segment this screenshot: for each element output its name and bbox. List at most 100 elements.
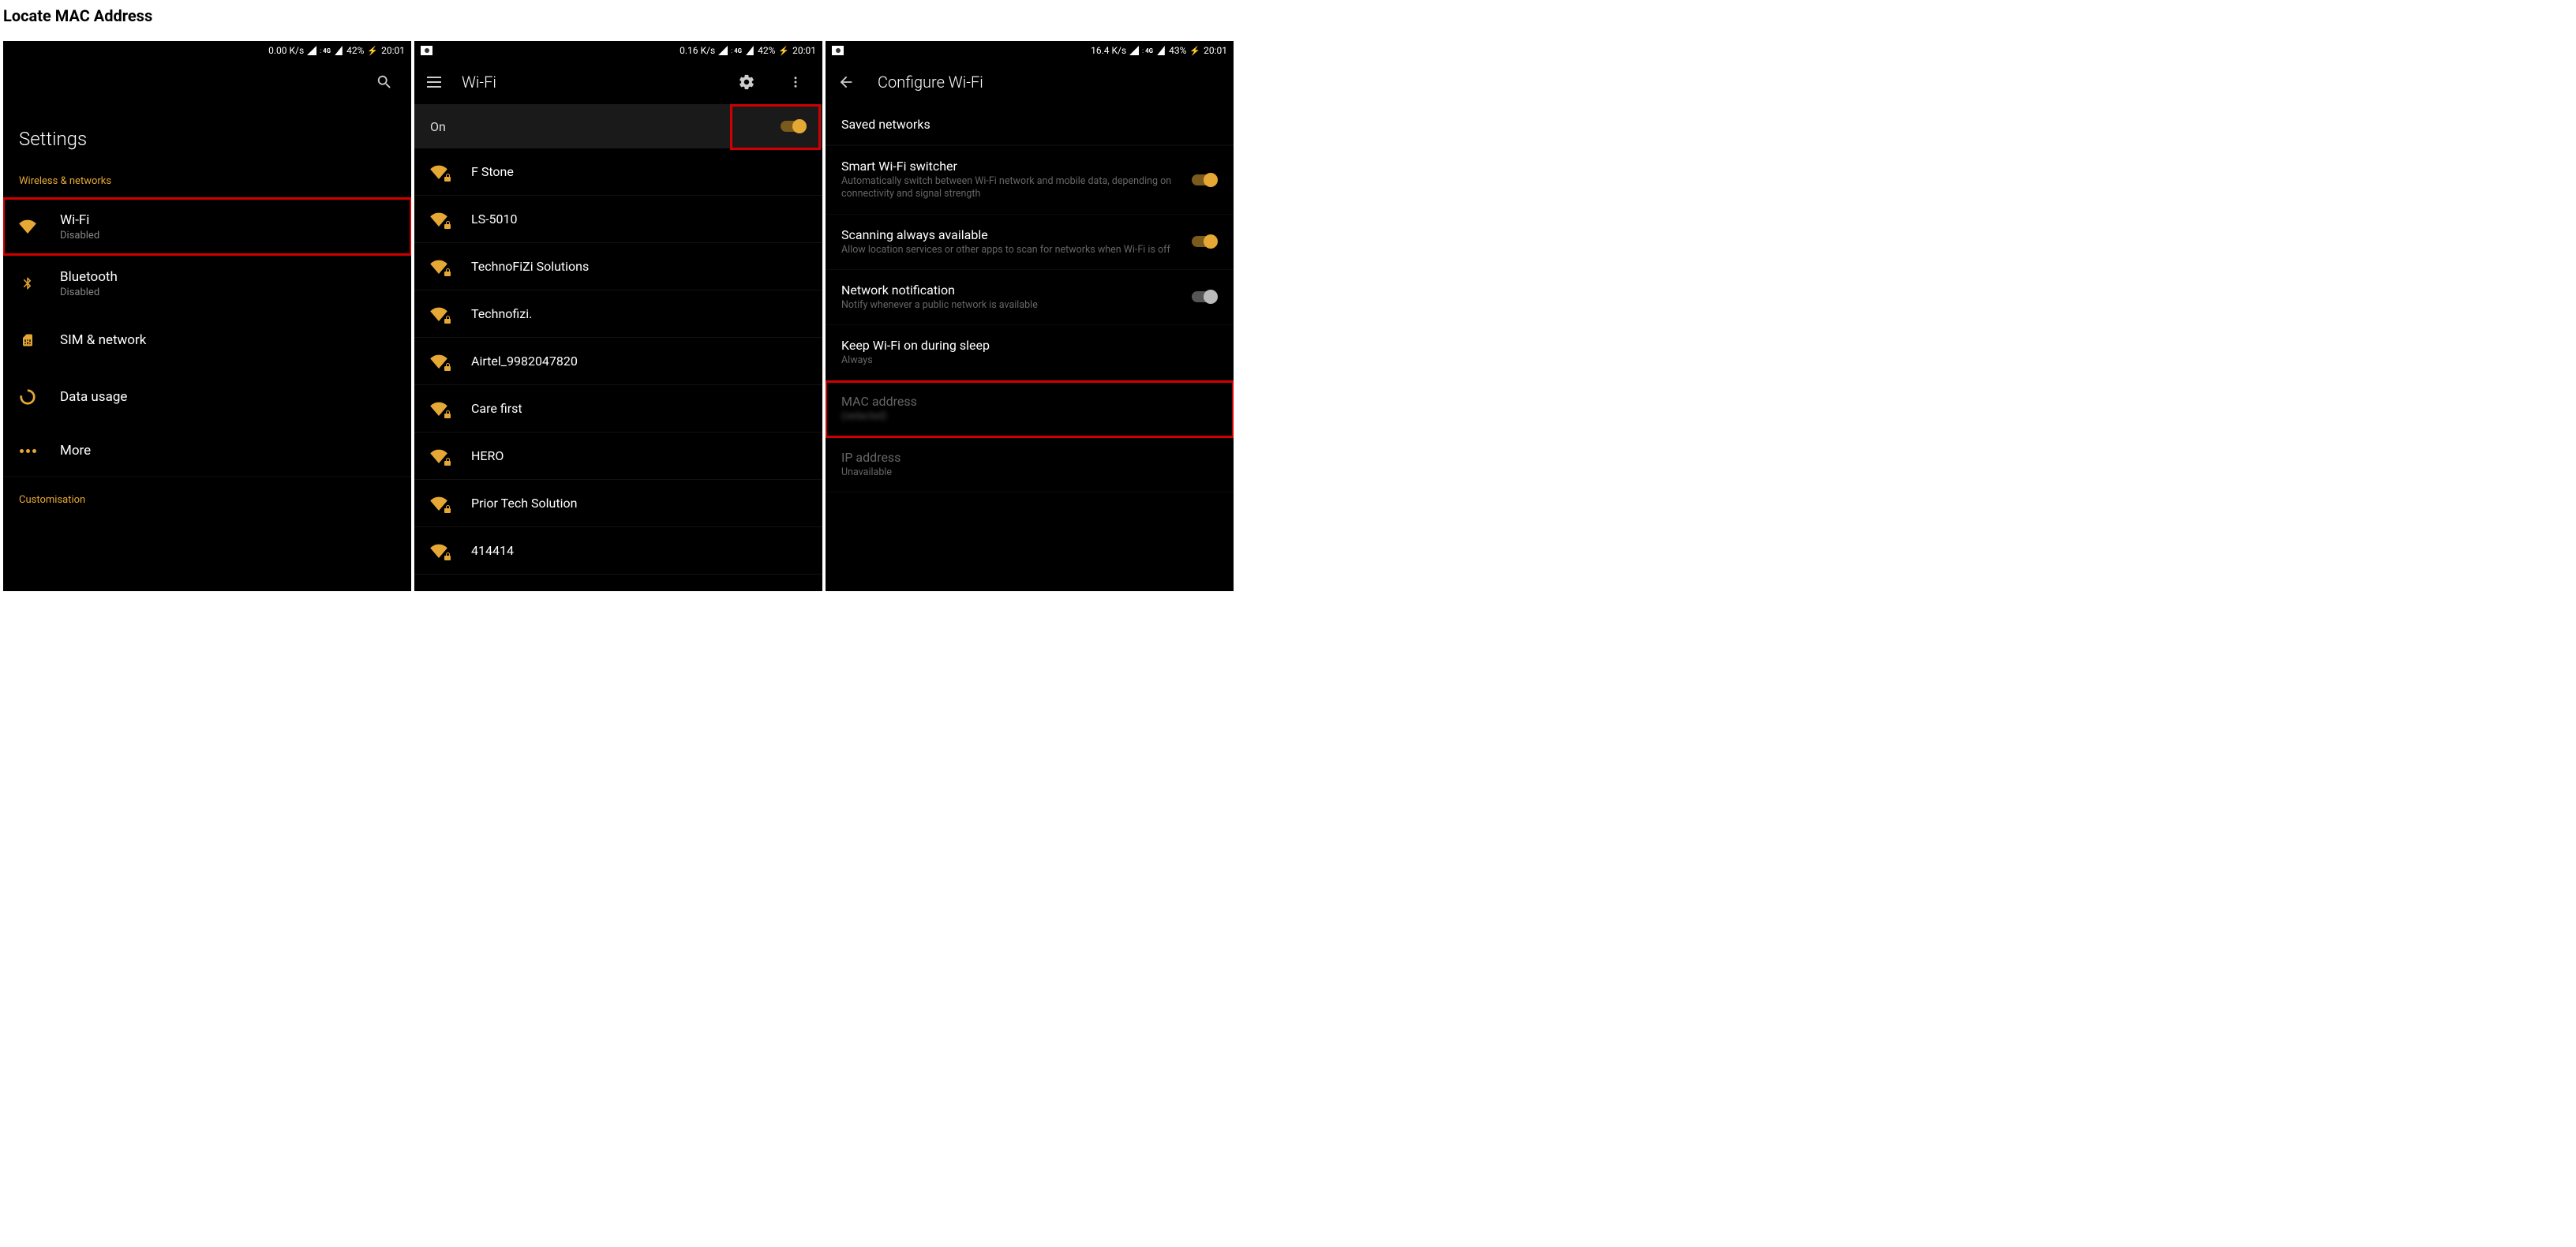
wifi-signal-icon — [430, 307, 447, 321]
lock-icon — [444, 221, 451, 229]
back-icon — [837, 73, 855, 91]
network-item[interactable]: TechnoFiZi Solutions — [414, 243, 822, 290]
page-heading: Locate MAC Address — [0, 0, 2576, 41]
section-header-wireless: Wireless & networks — [3, 169, 411, 198]
network-item[interactable]: Care first — [414, 385, 822, 433]
wifi-signal-icon — [430, 402, 447, 416]
app-bar — [3, 60, 411, 104]
setting-sub: Disabled — [60, 230, 99, 242]
network-name: Care first — [471, 401, 522, 416]
config-label: Keep Wi-Fi on during sleep — [841, 338, 1218, 353]
search-icon — [376, 73, 393, 91]
network-list: F Stone LS-5010TechnoFiZi Solutions Techno… — [414, 148, 822, 575]
config-sub: Always — [841, 354, 1218, 367]
status-speed: 16.4 K/s — [1091, 45, 1126, 56]
config-sub: Notify whenever a public network is avai… — [841, 299, 1177, 312]
lock-icon — [444, 174, 451, 182]
overflow-icon — [788, 75, 803, 89]
network-name: Prior Tech Solution — [471, 496, 577, 511]
config-item[interactable]: Smart Wi-Fi switcherAutomatically switch… — [826, 146, 1234, 215]
data-icon — [19, 388, 36, 406]
screenshot-icon — [421, 46, 432, 55]
bluetooth-icon — [19, 275, 36, 292]
menu-button[interactable] — [427, 77, 441, 88]
config-sub: Automatically switch between Wi-Fi netwo… — [841, 175, 1177, 201]
wifi-signal-icon — [430, 260, 447, 274]
status-speed: 0.00 K/s — [268, 45, 304, 56]
battery-percent: 43% — [1169, 45, 1186, 56]
network-item[interactable]: LS-5010 — [414, 196, 822, 243]
battery-percent: 42% — [346, 45, 364, 56]
status-speed: 0.16 K/s — [680, 45, 715, 56]
lock-icon — [444, 505, 451, 513]
config-label: IP address — [841, 450, 1218, 465]
wifi-toggle[interactable] — [778, 118, 807, 134]
settings-button[interactable] — [732, 68, 761, 96]
overflow-button[interactable] — [781, 68, 810, 96]
signal-icon-2 — [746, 46, 754, 55]
config-item[interactable]: Keep Wi-Fi on during sleepAlways — [826, 325, 1234, 380]
network-item[interactable]: Prior Tech Solution — [414, 480, 822, 527]
status-bar: 0.16 K/s :4G 42% ⚡ 20:01 — [414, 41, 822, 60]
config-item: MAC address(redacted) — [826, 381, 1234, 436]
setting-item-wifi[interactable]: Wi-Fi Disabled — [3, 198, 411, 255]
back-button[interactable] — [832, 68, 860, 96]
page-title: Settings — [3, 104, 411, 169]
config-sub: Unavailable — [841, 466, 1218, 479]
config-item[interactable]: Scanning always available Allow location … — [826, 215, 1234, 270]
search-button[interactable] — [370, 68, 399, 96]
config-item: IP addressUnavailable — [826, 437, 1234, 492]
wifi-signal-icon — [430, 165, 447, 179]
toggle[interactable] — [1189, 289, 1218, 305]
config-label: Scanning always available — [841, 227, 1177, 242]
toggle[interactable] — [1189, 234, 1218, 249]
config-sub: Allow location services or other apps to… — [841, 244, 1177, 257]
setting-item-sim[interactable]: SIM & network — [3, 312, 411, 369]
network-name: Technofizi. — [471, 306, 532, 321]
screen-settings: 0.00 K/s :4G 42% ⚡ 20:01 Settings Wirele… — [3, 41, 411, 591]
screen-wifi-list: 0.16 K/s :4G 42% ⚡ 20:01 Wi-Fi On F Ston — [414, 41, 822, 591]
config-sub: (redacted) — [841, 410, 1218, 423]
lock-icon — [444, 316, 451, 324]
config-label: MAC address — [841, 394, 1218, 409]
app-bar-title: Wi-Fi — [462, 73, 496, 92]
setting-item-data[interactable]: Data usage — [3, 369, 411, 425]
network-name: Airtel_9982047820 — [471, 354, 578, 369]
setting-label: SIM & network — [60, 332, 146, 348]
lock-icon — [444, 458, 451, 466]
config-label: Network notification — [841, 283, 1177, 298]
signal-icon-2 — [335, 46, 343, 55]
network-item[interactable]: Technofizi. — [414, 290, 822, 338]
clock: 20:01 — [792, 45, 816, 56]
setting-label: Wi-Fi — [60, 212, 99, 228]
network-type-icon: :4G — [320, 47, 331, 54]
network-name: F Stone — [471, 164, 514, 179]
gear-icon — [738, 73, 755, 91]
clock: 20:01 — [381, 45, 405, 56]
wifi-toggle-label: On — [430, 119, 446, 134]
screen-configure-wifi: 16.4 K/s :4G 43% ⚡ 20:01 Configure Wi-Fi… — [826, 41, 1234, 591]
app-bar-title: Configure Wi-Fi — [878, 73, 983, 92]
charging-icon: ⚡ — [1189, 46, 1200, 56]
config-item[interactable]: Saved networks — [826, 104, 1234, 145]
setting-item-more[interactable]: More — [3, 425, 411, 476]
network-item[interactable]: 414414 — [414, 527, 822, 575]
setting-item-bluetooth[interactable]: Bluetooth Disabled — [3, 255, 411, 312]
network-item[interactable]: F Stone — [414, 148, 822, 196]
wifi-toggle-row[interactable]: On — [414, 104, 822, 148]
signal-icon — [307, 46, 316, 55]
signal-icon — [1129, 46, 1139, 55]
wifi-signal-icon — [430, 449, 447, 463]
network-item[interactable]: Airtel_9982047820 — [414, 338, 822, 385]
network-item[interactable]: HERO — [414, 433, 822, 480]
network-type-icon: :4G — [731, 47, 742, 54]
sim-icon — [19, 331, 36, 349]
config-label: Saved networks — [841, 117, 1218, 132]
config-item[interactable]: Network notificationNotify whenever a pu… — [826, 270, 1234, 325]
charging-icon: ⚡ — [778, 46, 789, 56]
battery-percent: 42% — [758, 45, 775, 56]
wifi-signal-icon — [430, 212, 447, 227]
toggle[interactable] — [1189, 172, 1218, 188]
config-list: Saved networks Smart Wi-Fi switcherAutoma… — [826, 104, 1234, 492]
wifi-signal-icon — [430, 544, 447, 558]
